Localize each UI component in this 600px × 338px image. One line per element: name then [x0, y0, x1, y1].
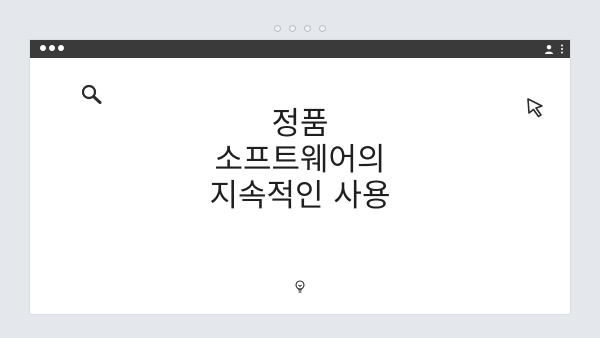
carousel-dot[interactable] [289, 25, 296, 32]
user-icon[interactable] [544, 44, 554, 54]
search-icon [81, 84, 102, 104]
lightbulb-icon [295, 280, 305, 293]
title-line: 소프트웨어의 [214, 142, 386, 178]
window-titlebar [30, 40, 570, 58]
window-control-dot[interactable] [40, 45, 46, 51]
carousel-dots [0, 25, 600, 32]
browser-window: 정품 소프트웨어의 지속적인 사용 [30, 40, 570, 314]
carousel-dot[interactable] [304, 25, 311, 32]
carousel-dot[interactable] [319, 25, 326, 32]
title-line: 지속적인 사용 [209, 178, 391, 214]
carousel-dot[interactable] [274, 25, 281, 32]
window-controls [40, 45, 67, 51]
title-line: 정품 [271, 106, 329, 142]
window-control-dot[interactable] [49, 45, 55, 51]
page-canvas: 정품 소프트웨어의 지속적인 사용 [0, 0, 600, 338]
page-title: 정품 소프트웨어의 지속적인 사용 [140, 106, 460, 214]
window-control-dot[interactable] [58, 45, 64, 51]
cursor-icon [527, 98, 543, 118]
more-vertical-icon[interactable] [560, 44, 564, 54]
